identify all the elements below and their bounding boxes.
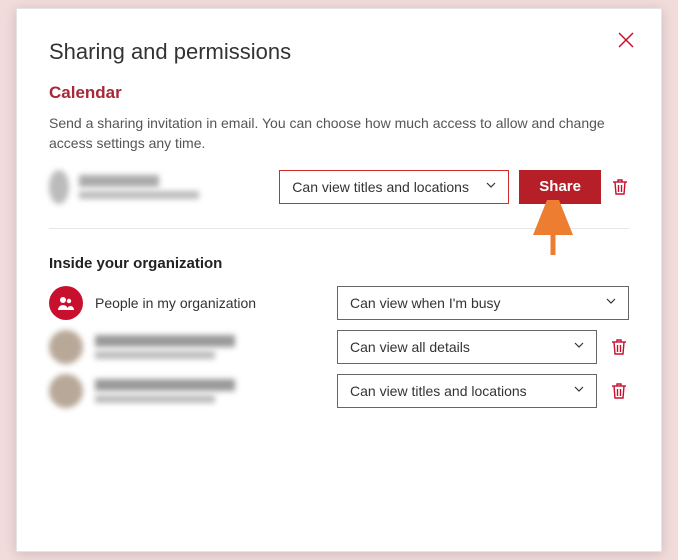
user-permission-row: Can view all details bbox=[49, 330, 629, 364]
sharing-permissions-dialog: Sharing and permissions Calendar Send a … bbox=[16, 8, 662, 552]
invitee-name bbox=[79, 175, 159, 187]
dialog-title: Sharing and permissions bbox=[49, 39, 629, 65]
org-permission-label: Can view when I'm busy bbox=[350, 295, 501, 311]
share-button[interactable]: Share bbox=[519, 170, 601, 204]
user-info bbox=[95, 379, 325, 403]
description-text: Send a sharing invitation in email. You … bbox=[49, 113, 629, 154]
user-permission-select[interactable]: Can view titles and locations bbox=[337, 374, 597, 408]
chevron-down-icon bbox=[604, 294, 618, 311]
chevron-down-icon bbox=[572, 338, 586, 355]
section-heading: Inside your organization bbox=[49, 255, 629, 272]
invite-permission-select[interactable]: Can view titles and locations bbox=[279, 170, 509, 204]
chevron-down-icon bbox=[572, 382, 586, 399]
invitee-email bbox=[79, 191, 199, 199]
delete-user-button[interactable] bbox=[609, 381, 629, 401]
user-permission-label: Can view all details bbox=[350, 339, 470, 355]
user-name bbox=[95, 335, 235, 347]
calendar-heading: Calendar bbox=[49, 83, 629, 103]
invite-permission-label: Can view titles and locations bbox=[292, 179, 469, 195]
people-icon bbox=[49, 286, 83, 320]
user-info bbox=[95, 335, 325, 359]
user-permission-row: Can view titles and locations bbox=[49, 374, 629, 408]
user-permission-select[interactable]: Can view all details bbox=[337, 330, 597, 364]
user-email bbox=[95, 351, 215, 359]
user-permission-label: Can view titles and locations bbox=[350, 383, 527, 399]
user-email bbox=[95, 395, 215, 403]
chevron-down-icon bbox=[484, 178, 498, 195]
org-row: People in my organization Can view when … bbox=[49, 286, 629, 320]
invitee-info bbox=[79, 175, 259, 199]
delete-user-button[interactable] bbox=[609, 337, 629, 357]
invitee-avatar bbox=[49, 170, 69, 204]
user-avatar bbox=[49, 330, 83, 364]
close-button[interactable] bbox=[617, 31, 635, 54]
org-label: People in my organization bbox=[95, 295, 325, 311]
invite-row: Can view titles and locations Share bbox=[49, 170, 629, 229]
org-permission-select[interactable]: Can view when I'm busy bbox=[337, 286, 629, 320]
user-avatar bbox=[49, 374, 83, 408]
user-name bbox=[95, 379, 235, 391]
delete-invitee-button[interactable] bbox=[611, 177, 629, 197]
